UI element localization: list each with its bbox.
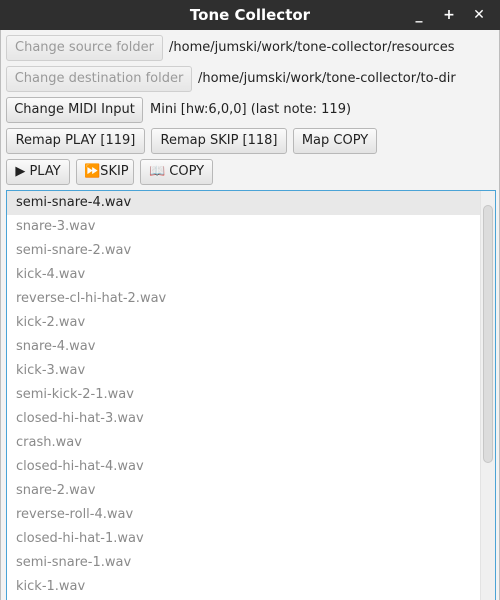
list-item[interactable]: kick-4.wav (7, 263, 481, 287)
list-item[interactable]: kick-1.wav (7, 575, 481, 599)
title-bar: Tone Collector _ + ✕ (0, 0, 500, 30)
list-item[interactable]: semi-snare-2.wav (7, 239, 481, 263)
close-icon[interactable]: ✕ (468, 4, 490, 26)
map-copy-button[interactable]: Map COPY (293, 128, 377, 154)
scrollbar-thumb[interactable] (483, 205, 493, 463)
skip-button[interactable]: ⏩SKIP (76, 159, 134, 185)
list-item[interactable]: semi-snare-4.wav (7, 191, 481, 215)
minimize-icon[interactable]: _ (408, 4, 430, 26)
destination-folder-path: /home/jumski/work/tone-collector/to-dir (198, 71, 456, 86)
change-midi-input-button[interactable]: Change MIDI Input (6, 97, 143, 123)
file-list[interactable]: semi-snare-4.wav snare-3.wav semi-snare-2.… (6, 190, 496, 600)
change-destination-folder-button[interactable]: Change destination folder (6, 66, 192, 92)
remap-skip-button[interactable]: Remap SKIP [118] (151, 128, 287, 154)
remap-play-button[interactable]: Remap PLAY [119] (6, 128, 145, 154)
list-item[interactable]: snare-3.wav (7, 215, 481, 239)
list-item[interactable]: reverse-cl-hi-hat-2.wav (7, 287, 481, 311)
maximize-icon[interactable]: + (438, 4, 460, 26)
midi-input-status: Mini [hw:6,0,0] (last note: 119) (150, 102, 352, 117)
source-folder-path: /home/jumski/work/tone-collector/resourc… (169, 40, 455, 55)
list-item[interactable]: snare-2.wav (7, 479, 481, 503)
list-item[interactable]: semi-kick-2-1.wav (7, 383, 481, 407)
play-button[interactable]: ▶ PLAY (6, 159, 70, 185)
list-item[interactable]: reverse-roll-4.wav (7, 503, 481, 527)
copy-button[interactable]: 📖 COPY (140, 159, 213, 185)
list-item[interactable]: snare-4.wav (7, 335, 481, 359)
list-item[interactable]: closed-hi-hat-4.wav (7, 455, 481, 479)
list-item[interactable]: kick-3.wav (7, 359, 481, 383)
list-item[interactable]: crash.wav (7, 431, 481, 455)
list-item[interactable]: closed-hi-hat-1.wav (7, 527, 481, 551)
change-source-folder-button[interactable]: Change source folder (6, 35, 163, 61)
list-item[interactable]: semi-snare-1.wav (7, 551, 481, 575)
list-item[interactable]: closed-hi-hat-3.wav (7, 407, 481, 431)
vertical-scrollbar[interactable] (480, 191, 495, 600)
main-content: Change source folder /home/jumski/work/t… (0, 30, 500, 600)
list-item[interactable]: kick-2.wav (7, 311, 481, 335)
